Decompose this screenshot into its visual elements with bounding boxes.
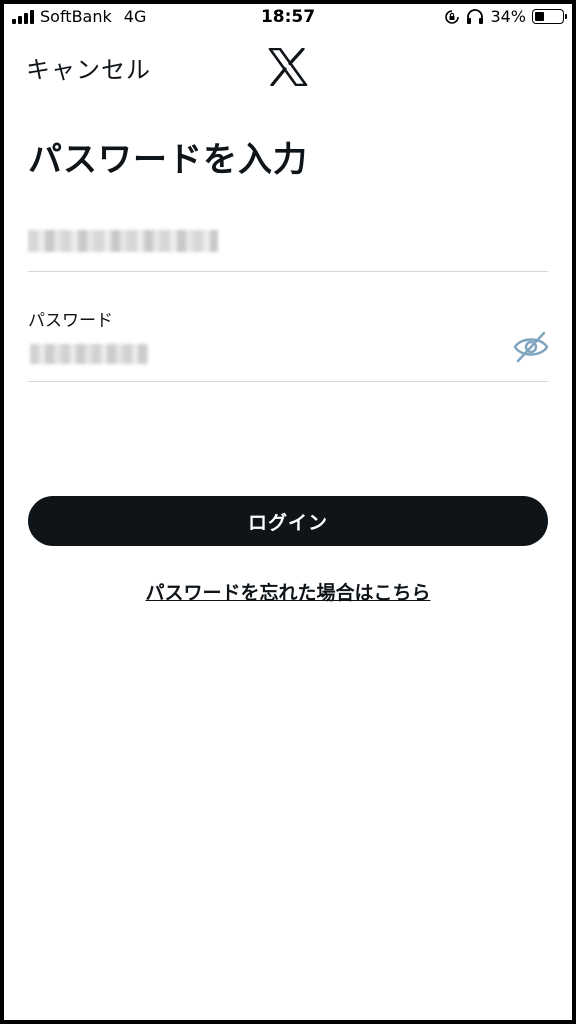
login-button[interactable]: ログイン: [28, 496, 548, 546]
app-screen: SoftBank 4G 18:57 34% キャンセル パスワードを入力 パスワ…: [4, 4, 572, 1020]
battery-level: [535, 12, 544, 21]
username-divider: [28, 271, 548, 272]
forgot-password-link[interactable]: パスワードを忘れた場合はこちら: [4, 578, 572, 605]
cancel-button[interactable]: キャンセル: [26, 50, 151, 85]
username-field[interactable]: [28, 230, 218, 252]
eye-slash-icon[interactable]: [512, 330, 550, 364]
password-label: パスワード: [28, 311, 113, 331]
orientation-lock-icon: [445, 9, 460, 24]
page-title: パスワードを入力: [28, 140, 308, 180]
status-right: 34%: [444, 7, 567, 26]
password-divider: [28, 381, 548, 382]
battery-icon: [532, 9, 567, 24]
x-logo-icon: [268, 48, 308, 86]
battery-percent: 34%: [490, 7, 526, 26]
password-field[interactable]: [30, 344, 148, 364]
status-bar: SoftBank 4G 18:57 34%: [4, 4, 572, 30]
headphones-icon: [467, 8, 484, 24]
